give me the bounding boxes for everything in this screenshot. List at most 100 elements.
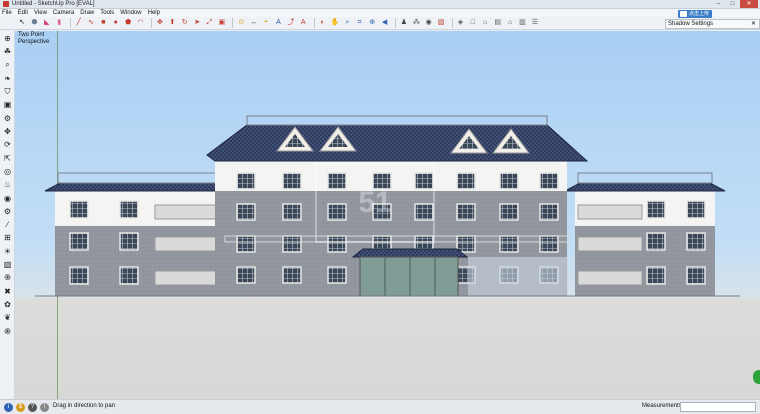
line-left-icon[interactable]: ∕: [2, 219, 13, 230]
freehand-icon[interactable]: ∿: [86, 18, 96, 28]
scale-left-icon[interactable]: ⇱: [2, 153, 13, 164]
menu-window[interactable]: Window: [120, 10, 141, 16]
tape-measure-icon[interactable]: ⊙: [236, 18, 246, 28]
user-icon[interactable]: ?: [28, 403, 37, 412]
zoom-extents-icon[interactable]: ⊕: [367, 18, 377, 28]
section-left-icon[interactable]: ▣: [2, 99, 13, 110]
title-bar: Untitled - SketchUp Pro [EVAL] – □ ✕: [0, 0, 760, 9]
walk-icon[interactable]: ⁂: [411, 18, 421, 28]
shadow-settings-header[interactable]: Shadow Settings ✕: [665, 19, 760, 29]
back-view-icon[interactable]: ⌂: [505, 18, 515, 28]
gear-left-icon[interactable]: ⚙: [2, 206, 13, 217]
component-icon[interactable]: ⬢: [29, 18, 39, 28]
menu-camera[interactable]: Camera: [53, 10, 74, 16]
rotate-left-icon[interactable]: ⟳: [2, 139, 13, 150]
right-view-icon[interactable]: ▤: [493, 18, 503, 28]
sun-left-icon[interactable]: ☀: [2, 246, 13, 257]
previous-view-icon[interactable]: ◀: [380, 18, 390, 28]
orbit-icon[interactable]: ◐: [318, 18, 328, 28]
protractor-icon[interactable]: ◓: [261, 18, 271, 28]
select-arrow-icon[interactable]: ↖: [17, 18, 27, 28]
paint-bucket-icon[interactable]: ◣: [42, 18, 52, 28]
menu-edit[interactable]: Edit: [18, 10, 28, 16]
side-tab[interactable]: [753, 370, 760, 384]
left-view-icon[interactable]: ▥: [517, 18, 527, 28]
toolbar-separator: [394, 18, 396, 28]
dimension-icon[interactable]: ↔: [249, 18, 259, 28]
entrance-side-glass: [468, 257, 568, 296]
look-around-icon[interactable]: ◉: [424, 18, 434, 28]
main-window: [282, 235, 302, 253]
iso-view-icon[interactable]: ◈: [456, 18, 466, 28]
main-window: [236, 172, 256, 190]
grid-left-icon[interactable]: ⊞: [2, 232, 13, 243]
hatch-left-icon[interactable]: ▧: [2, 259, 13, 270]
eraser-icon[interactable]: ▮: [54, 18, 64, 28]
rotate-icon[interactable]: ↻: [180, 18, 190, 28]
status-hint: Drag in direction to pan: [53, 403, 116, 409]
follow-me-icon[interactable]: ➤: [192, 18, 202, 28]
axes-icon[interactable]: ⤴: [286, 18, 296, 28]
position-camera-icon[interactable]: ♟: [399, 18, 409, 28]
camera-left-icon[interactable]: ⚙: [2, 113, 13, 124]
swirl-left-icon[interactable]: ֍: [2, 326, 13, 337]
layers-icon[interactable]: ☰: [530, 18, 540, 28]
arc-icon[interactable]: ◠: [136, 18, 146, 28]
minimize-button[interactable]: –: [712, 0, 725, 8]
geo-location-icon[interactable]: i: [4, 403, 13, 412]
3d-text-icon[interactable]: A: [298, 18, 308, 28]
right-wing-window: [686, 232, 706, 251]
main-window: [539, 172, 559, 190]
menu-view[interactable]: View: [34, 10, 47, 16]
walk-left-icon[interactable]: ❧: [2, 73, 13, 84]
fire-left-icon[interactable]: ♨: [2, 179, 13, 190]
target-left-icon[interactable]: ◎: [2, 166, 13, 177]
credits-icon[interactable]: $: [16, 403, 25, 412]
ring-left-icon[interactable]: ◉: [2, 193, 13, 204]
pencil-line-icon[interactable]: ╱: [74, 18, 84, 28]
right-wing-rooftop-rail: [577, 172, 713, 184]
menu-file[interactable]: File: [2, 10, 12, 16]
close-button[interactable]: ✕: [740, 0, 758, 8]
text-icon[interactable]: A: [273, 18, 283, 28]
right-wing-window: [646, 232, 666, 251]
move-left-icon[interactable]: ✥: [2, 126, 13, 137]
scale-icon[interactable]: ⤢: [204, 18, 214, 28]
offset-icon[interactable]: ▣: [217, 18, 227, 28]
spiral-left-icon[interactable]: ֎: [2, 272, 13, 283]
zoom-window-icon[interactable]: ⌗: [355, 18, 365, 28]
measurements-input[interactable]: [680, 402, 756, 412]
upload-button[interactable]: 点击上传: [678, 10, 712, 18]
circle-icon[interactable]: ●: [111, 18, 121, 28]
panel-close-icon[interactable]: ✕: [751, 20, 756, 29]
pan-icon[interactable]: ✋: [330, 18, 340, 28]
polygon-icon[interactable]: ⬟: [123, 18, 133, 28]
left-toolbar: ⊕ ☘ ⌕ ❧ ⛉ ▣ ⚙ ✥ ⟳ ⇱ ◎ ♨ ◉ ⚙ ∕ ⊞ ☀ ▧ ֎ ✖ ✿ ❦ ֍: [0, 31, 15, 399]
main-window: [282, 172, 302, 190]
section-plane-icon[interactable]: ▧: [436, 18, 446, 28]
left-wing-window: [119, 200, 139, 219]
pan-left-icon[interactable]: ☘: [2, 46, 13, 57]
menu-bar: File Edit View Camera Draw Tools Window …: [0, 9, 760, 17]
zoom-icon[interactable]: ⌕: [342, 18, 352, 28]
menu-tools[interactable]: Tools: [100, 10, 114, 16]
orbit-left-icon[interactable]: ⊕: [2, 33, 13, 44]
right-wing-window: [646, 200, 666, 219]
3d-viewport[interactable]: Two Point Perspective 51: [15, 31, 760, 399]
left-wing-balcony: [154, 270, 220, 286]
zoom-left-icon[interactable]: ⌕: [2, 60, 13, 71]
menu-help[interactable]: Help: [148, 10, 160, 16]
instructor-icon[interactable]: !: [40, 403, 49, 412]
cross-left-icon[interactable]: ✖: [2, 286, 13, 297]
flower-left-icon[interactable]: ✿: [2, 299, 13, 310]
front-view-icon[interactable]: ⌂: [480, 18, 490, 28]
top-view-icon[interactable]: □: [468, 18, 478, 28]
rectangle-icon[interactable]: ■: [98, 18, 108, 28]
move-icon[interactable]: ✥: [155, 18, 165, 28]
look-left-icon[interactable]: ⛉: [2, 86, 13, 97]
push-pull-icon[interactable]: ⬆: [167, 18, 177, 28]
leaf-left-icon[interactable]: ❦: [2, 312, 13, 323]
maximize-button[interactable]: □: [726, 0, 739, 8]
menu-draw[interactable]: Draw: [80, 10, 94, 16]
window-controls: – □ ✕: [712, 0, 758, 8]
